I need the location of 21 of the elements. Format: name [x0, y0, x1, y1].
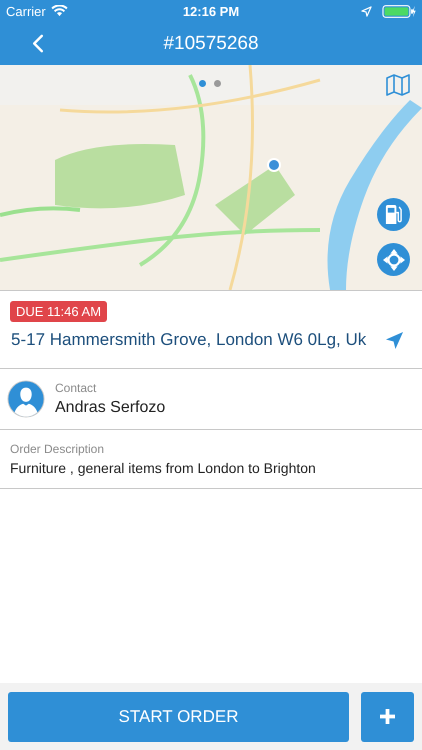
map-icon[interactable] — [386, 74, 410, 96]
battery-icon — [382, 4, 416, 18]
fuel-pump-icon — [384, 204, 403, 225]
add-button[interactable] — [361, 692, 414, 742]
navigation-arrow-icon[interactable] — [385, 330, 404, 350]
address-text: 5-17 Hammersmith Grove, London W6 0Lg, Uk — [11, 330, 366, 350]
contact-name: Andras Serfozo — [55, 399, 166, 417]
due-time-badge: DUE 11:46 AM — [10, 301, 108, 322]
field-label: Order Description — [10, 442, 106, 456]
clock-time: 12:16 PM — [182, 4, 240, 18]
carrier-name: Carrier — [6, 4, 46, 18]
crosshair-icon — [382, 248, 404, 270]
wifi-icon — [50, 5, 68, 17]
avatar-icon — [7, 380, 45, 418]
back-chevron-icon — [32, 34, 44, 53]
field-label: Contact — [55, 381, 98, 395]
page-title: #10575268 — [163, 32, 259, 54]
plus-icon — [380, 709, 395, 724]
location-arrow-icon — [361, 6, 372, 16]
order-description: Furniture , general items from London to Brighton — [10, 460, 317, 476]
start-order-button[interactable]: START ORDER — [8, 692, 349, 742]
